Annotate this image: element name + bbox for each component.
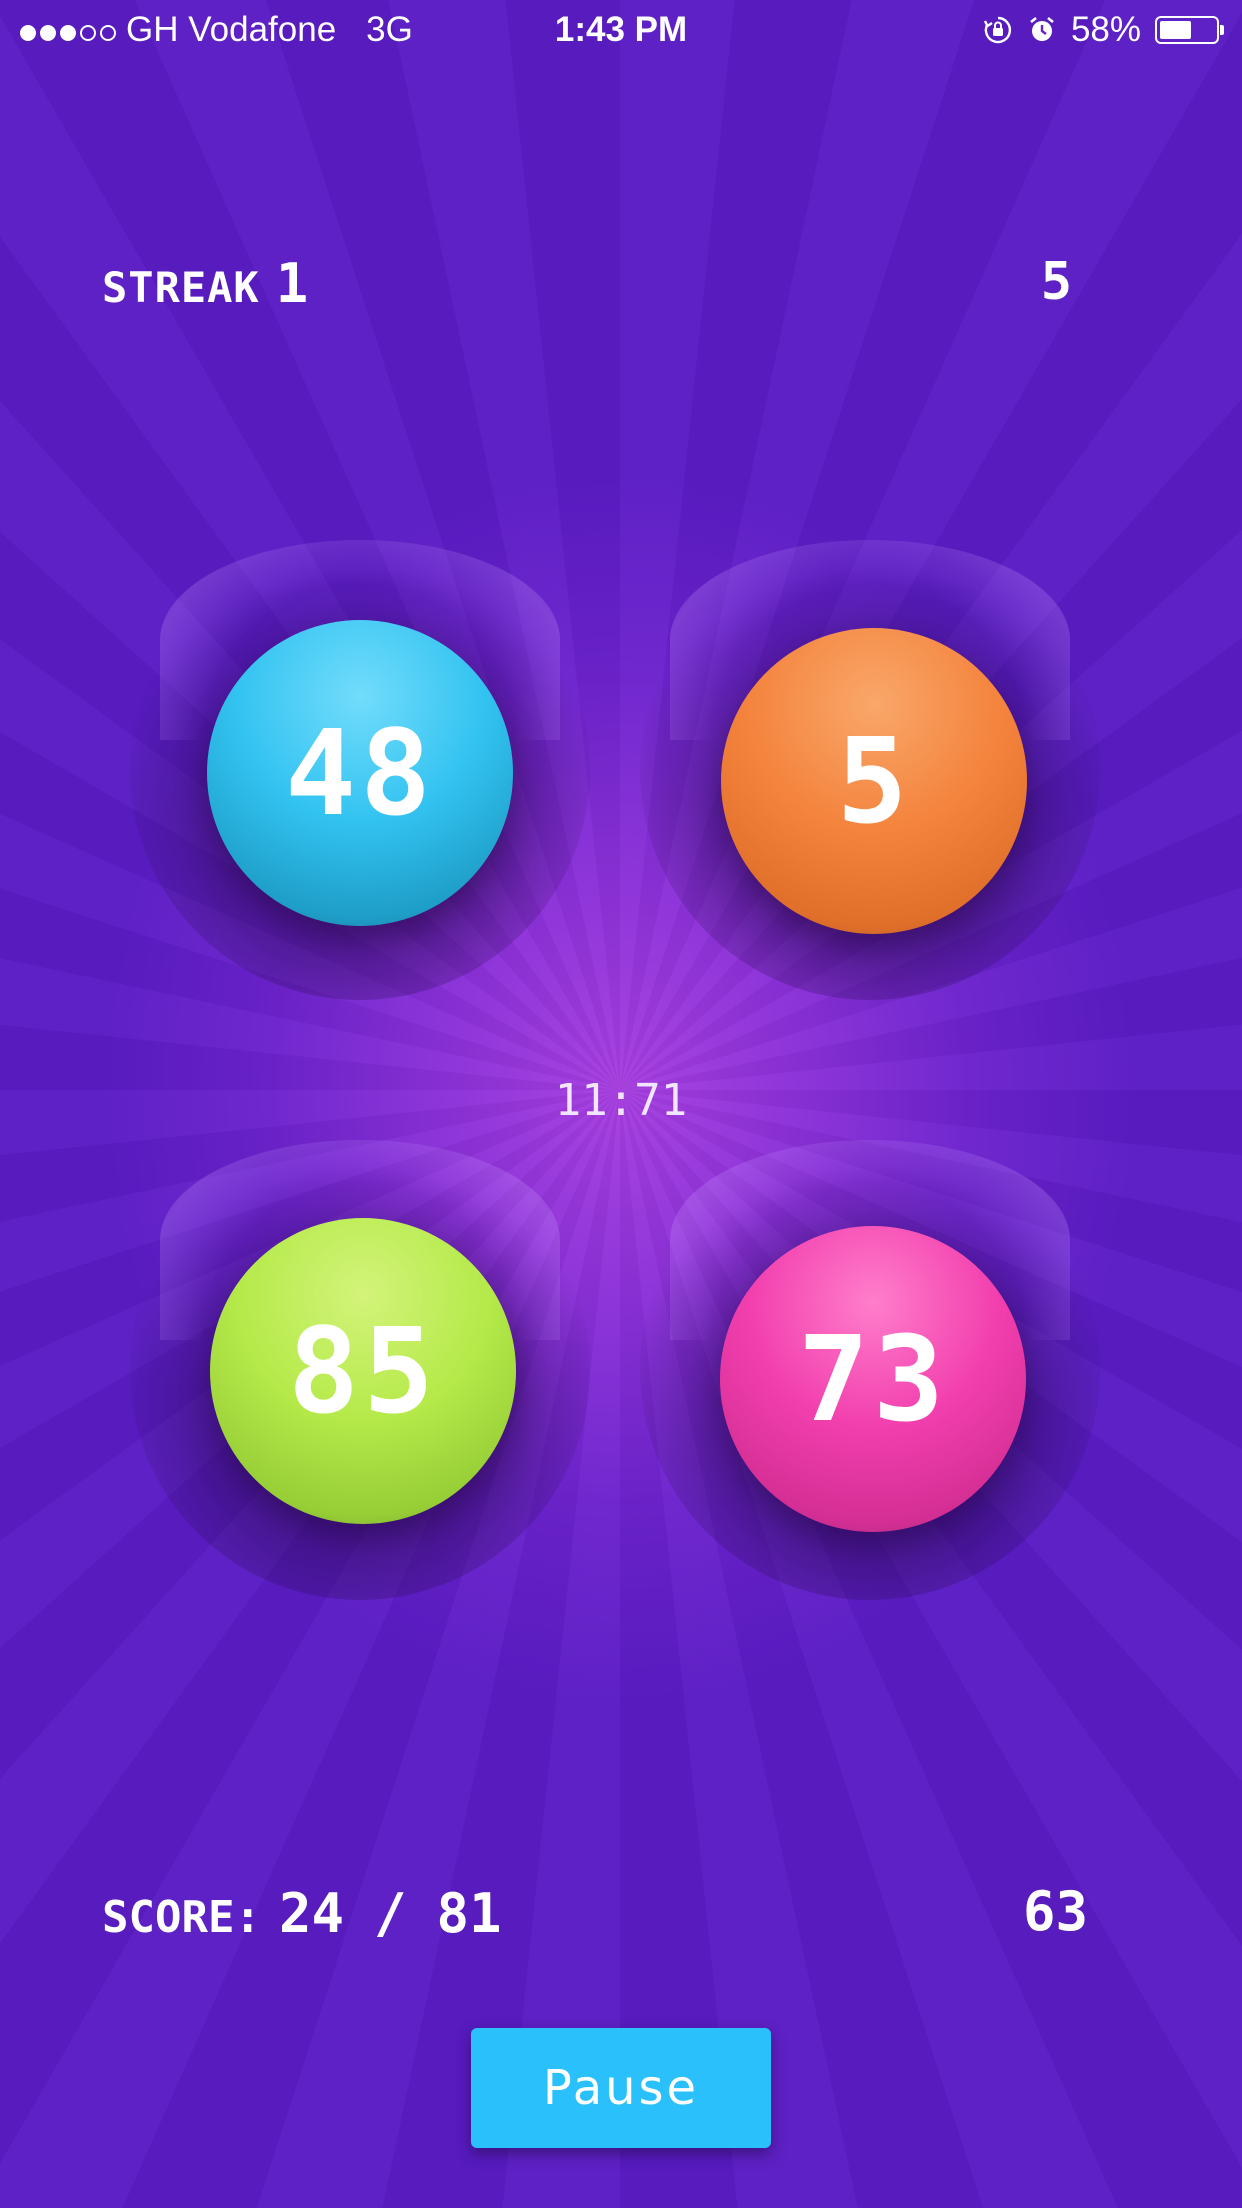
bottom-right-number: 63 bbox=[1022, 1880, 1088, 1943]
battery-icon bbox=[1155, 16, 1224, 44]
orientation-lock-icon bbox=[983, 16, 1012, 44]
streak-value: 1 bbox=[275, 252, 310, 315]
score-value: 24 bbox=[278, 1882, 344, 1945]
streak-display: STREAK 1 bbox=[102, 252, 309, 315]
streak-label: STREAK bbox=[102, 263, 260, 312]
timer: 11:71 bbox=[554, 1075, 688, 1126]
score-total: 81 bbox=[436, 1882, 502, 1945]
target-number: 5 bbox=[1040, 252, 1072, 312]
score-label: SCORE: bbox=[102, 1892, 261, 1943]
score-display: SCORE: 24 / 81 bbox=[102, 1882, 502, 1945]
status-bar: GH Vodafone 3G 1:43 PM 58% bbox=[0, 0, 1242, 64]
ball-orange[interactable]: 5 bbox=[721, 628, 1027, 934]
status-right: 58% bbox=[983, 10, 1224, 50]
score-separator: / bbox=[373, 1882, 407, 1945]
alarm-icon bbox=[1030, 16, 1054, 41]
ball-pink[interactable]: 73 bbox=[720, 1226, 1026, 1532]
ball-green[interactable]: 85 bbox=[210, 1218, 516, 1524]
pause-button[interactable]: Pause bbox=[471, 2028, 771, 2148]
battery-percent: 58% bbox=[1070, 10, 1141, 49]
ball-blue[interactable]: 48 bbox=[207, 620, 513, 926]
